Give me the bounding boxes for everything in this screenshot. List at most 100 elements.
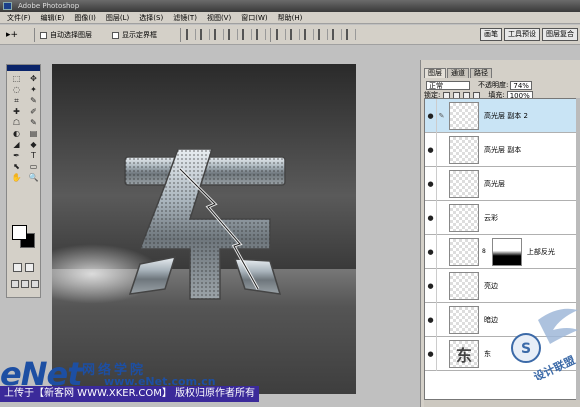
- align-right-icon[interactable]: [256, 29, 266, 40]
- chain-link-icon: 8: [482, 248, 486, 255]
- menu-help[interactable]: 帮助(H): [273, 12, 308, 24]
- eye-icon[interactable]: ●: [425, 282, 436, 290]
- wing-logo-icon: S 设计联盟: [511, 308, 578, 380]
- link-slot: [436, 166, 446, 201]
- align-left-icon[interactable]: [228, 29, 238, 40]
- menu-file[interactable]: 文件(F): [2, 12, 36, 24]
- hand-tool-icon[interactable]: ✋: [9, 173, 24, 183]
- dodge-tool-icon[interactable]: ◆: [26, 140, 41, 150]
- document-canvas[interactable]: [52, 64, 356, 394]
- distribute-bottom-icon[interactable]: [304, 29, 314, 40]
- full-screen-icon[interactable]: [31, 280, 39, 288]
- eraser-tool-icon[interactable]: ◐: [9, 129, 24, 139]
- history-brush-tool-icon[interactable]: ✎: [26, 118, 41, 128]
- layer-row[interactable]: ● 亮边: [425, 268, 580, 303]
- layer-row[interactable]: ● 云彩: [425, 200, 580, 235]
- slice-tool-icon[interactable]: ✎: [26, 96, 41, 106]
- show-bounds-label: 显示定界框: [122, 31, 157, 39]
- magic-wand-tool-icon[interactable]: ✦: [26, 85, 41, 95]
- stamp-tool-icon[interactable]: ☖: [9, 118, 24, 128]
- site-logo: S 设计联盟: [511, 308, 578, 380]
- well-brushes[interactable]: 画笔: [480, 28, 502, 41]
- move-tool-icon[interactable]: ▸+: [6, 29, 28, 41]
- well-layer-comps[interactable]: 图层复合: [542, 28, 578, 41]
- menu-edit[interactable]: 编辑(E): [36, 12, 70, 24]
- layer-row[interactable]: ● 高光层 副本: [425, 132, 580, 167]
- eye-icon[interactable]: ●: [425, 180, 436, 188]
- menu-image[interactable]: 图像(I): [69, 12, 101, 24]
- distribute-center-icon[interactable]: [332, 29, 342, 40]
- blur-tool-icon[interactable]: ◢: [9, 140, 24, 150]
- standard-mode-icon[interactable]: [13, 263, 22, 272]
- layer-thumbnail: [449, 305, 479, 334]
- eye-icon[interactable]: ●: [425, 214, 436, 222]
- align-top-icon[interactable]: [186, 29, 196, 40]
- link-slot: [436, 268, 446, 303]
- layer-name: 亮边: [484, 281, 498, 290]
- tool-grid: ⬚ ✥ ◌ ✦ ⌗ ✎ ✚ ✐ ☖ ✎ ◐ ▤ ◢ ◆ ✒ T ⬉ ▭ ✋ 🔍: [7, 71, 40, 186]
- distribute-middle-icon[interactable]: [290, 29, 300, 40]
- menu-view[interactable]: 视图(V): [202, 12, 236, 24]
- lasso-tool-icon[interactable]: ◌: [9, 85, 24, 95]
- move-tool-icon[interactable]: ✥: [26, 74, 41, 84]
- shape-tool-icon[interactable]: ▭: [26, 162, 41, 172]
- healing-tool-icon[interactable]: ✚: [9, 107, 24, 117]
- eye-icon[interactable]: ●: [425, 248, 436, 256]
- menu-window[interactable]: 窗口(W): [236, 12, 272, 24]
- eye-icon[interactable]: ●: [425, 112, 436, 120]
- layer-mask-thumbnail[interactable]: [491, 237, 522, 266]
- eye-icon[interactable]: ●: [425, 316, 436, 324]
- glyph-strokes: [124, 149, 286, 300]
- align-bottom-icon[interactable]: [214, 29, 224, 40]
- eye-icon[interactable]: ●: [425, 350, 436, 358]
- standard-screen-icon[interactable]: [11, 280, 19, 288]
- brush-tool-icon[interactable]: ✐: [26, 107, 41, 117]
- align-center-icon[interactable]: [242, 29, 252, 40]
- text-layer-thumbnail: 东: [449, 339, 479, 368]
- panel-tabs: 图层 通道 路径: [421, 68, 492, 78]
- divider: [34, 28, 35, 42]
- gradient-tool-icon[interactable]: ▤: [26, 129, 41, 139]
- align-middle-icon[interactable]: [200, 29, 210, 40]
- pen-tool-icon[interactable]: ✒: [9, 151, 24, 161]
- link-slot: [436, 336, 446, 371]
- align-buttons: [186, 29, 266, 40]
- auto-select-layer-checkbox[interactable]: 自动选择图层: [40, 30, 92, 40]
- layer-name: 高光层: [484, 179, 505, 188]
- window-title: Adobe Photoshop: [18, 2, 80, 10]
- layer-row[interactable]: ● 高光层: [425, 166, 580, 201]
- tab-channels[interactable]: 通道: [447, 68, 469, 78]
- show-bounds-checkbox[interactable]: 显示定界框: [112, 30, 157, 40]
- layer-row[interactable]: ● ✎ 高光层 副本 2: [425, 99, 580, 133]
- layer-thumbnail: [449, 135, 479, 164]
- blend-mode-select[interactable]: 正常: [426, 80, 470, 90]
- tab-paths[interactable]: 路径: [470, 68, 492, 78]
- distribute-top-icon[interactable]: [276, 29, 286, 40]
- link-slot: [436, 302, 446, 337]
- full-screen-menu-icon[interactable]: [21, 280, 29, 288]
- link-slot: [436, 200, 446, 235]
- menu-layer[interactable]: 图层(L): [101, 12, 134, 24]
- logo-letter: S: [521, 341, 531, 357]
- marquee-tool-icon[interactable]: ⬚: [9, 74, 24, 84]
- tab-layers[interactable]: 图层: [424, 68, 446, 78]
- distribute-right-icon[interactable]: [346, 29, 356, 40]
- menu-filter[interactable]: 滤镜(T): [168, 12, 202, 24]
- foreground-color-swatch[interactable]: [12, 225, 27, 240]
- quick-mask-icon[interactable]: [25, 263, 34, 272]
- opacity-input[interactable]: 74%: [510, 80, 532, 90]
- link-slot: [436, 234, 446, 269]
- well-tool-presets[interactable]: 工具预设: [504, 28, 540, 41]
- menu-select[interactable]: 选择(S): [134, 12, 168, 24]
- layer-name: 东: [484, 349, 491, 358]
- layer-thumbnail: [449, 237, 479, 266]
- path-select-tool-icon[interactable]: ⬉: [9, 162, 24, 172]
- divider: [180, 28, 181, 42]
- eye-icon[interactable]: ●: [425, 146, 436, 154]
- crop-tool-icon[interactable]: ⌗: [9, 96, 24, 106]
- layer-row[interactable]: ● 8 上部反光: [425, 234, 580, 269]
- distribute-left-icon[interactable]: [318, 29, 328, 40]
- upload-caption: 上传于【新客网 WWW.XKER.COM】 版权归原作者所有: [0, 386, 260, 402]
- zoom-tool-icon[interactable]: 🔍: [26, 173, 41, 183]
- type-tool-icon[interactable]: T: [26, 151, 41, 161]
